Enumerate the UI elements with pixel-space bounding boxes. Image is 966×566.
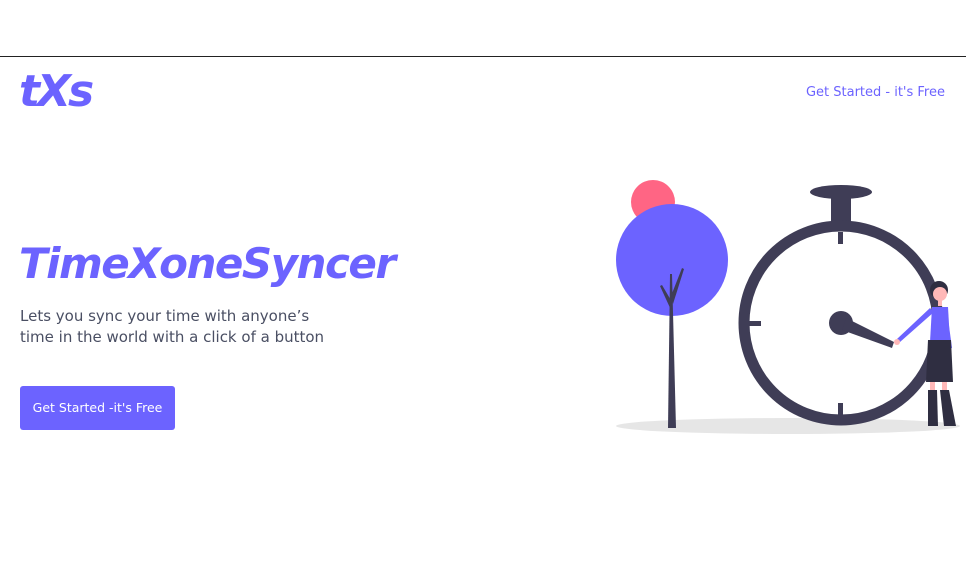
tree-icon (616, 180, 728, 428)
person-skirt (926, 340, 953, 382)
tick-12 (838, 232, 843, 244)
person-boot-right (940, 390, 956, 426)
hero-subtitle: Lets you sync your time with anyone’s ti… (20, 307, 325, 346)
stopwatch-stem (831, 196, 851, 222)
logo[interactable]: tXs (19, 64, 94, 120)
top-divider (0, 56, 966, 57)
person-head (933, 287, 947, 301)
header-get-started-link[interactable]: Get Started - it's Free (806, 85, 945, 101)
person-hand (894, 339, 900, 345)
person-neck (938, 300, 942, 306)
tick-6 (838, 403, 843, 415)
ground-shadow (616, 418, 960, 434)
stopwatch-illustration (616, 180, 960, 434)
tick-9 (749, 321, 761, 326)
stopwatch-icon (738, 185, 944, 426)
get-started-button[interactable]: Get Started -it's Free (20, 386, 175, 430)
person-boot-left (928, 390, 938, 426)
landing-page: tXs Get Started - it's Free TimeXoneSync… (0, 0, 966, 566)
hero-title: TimeXoneSyncer (19, 239, 396, 288)
